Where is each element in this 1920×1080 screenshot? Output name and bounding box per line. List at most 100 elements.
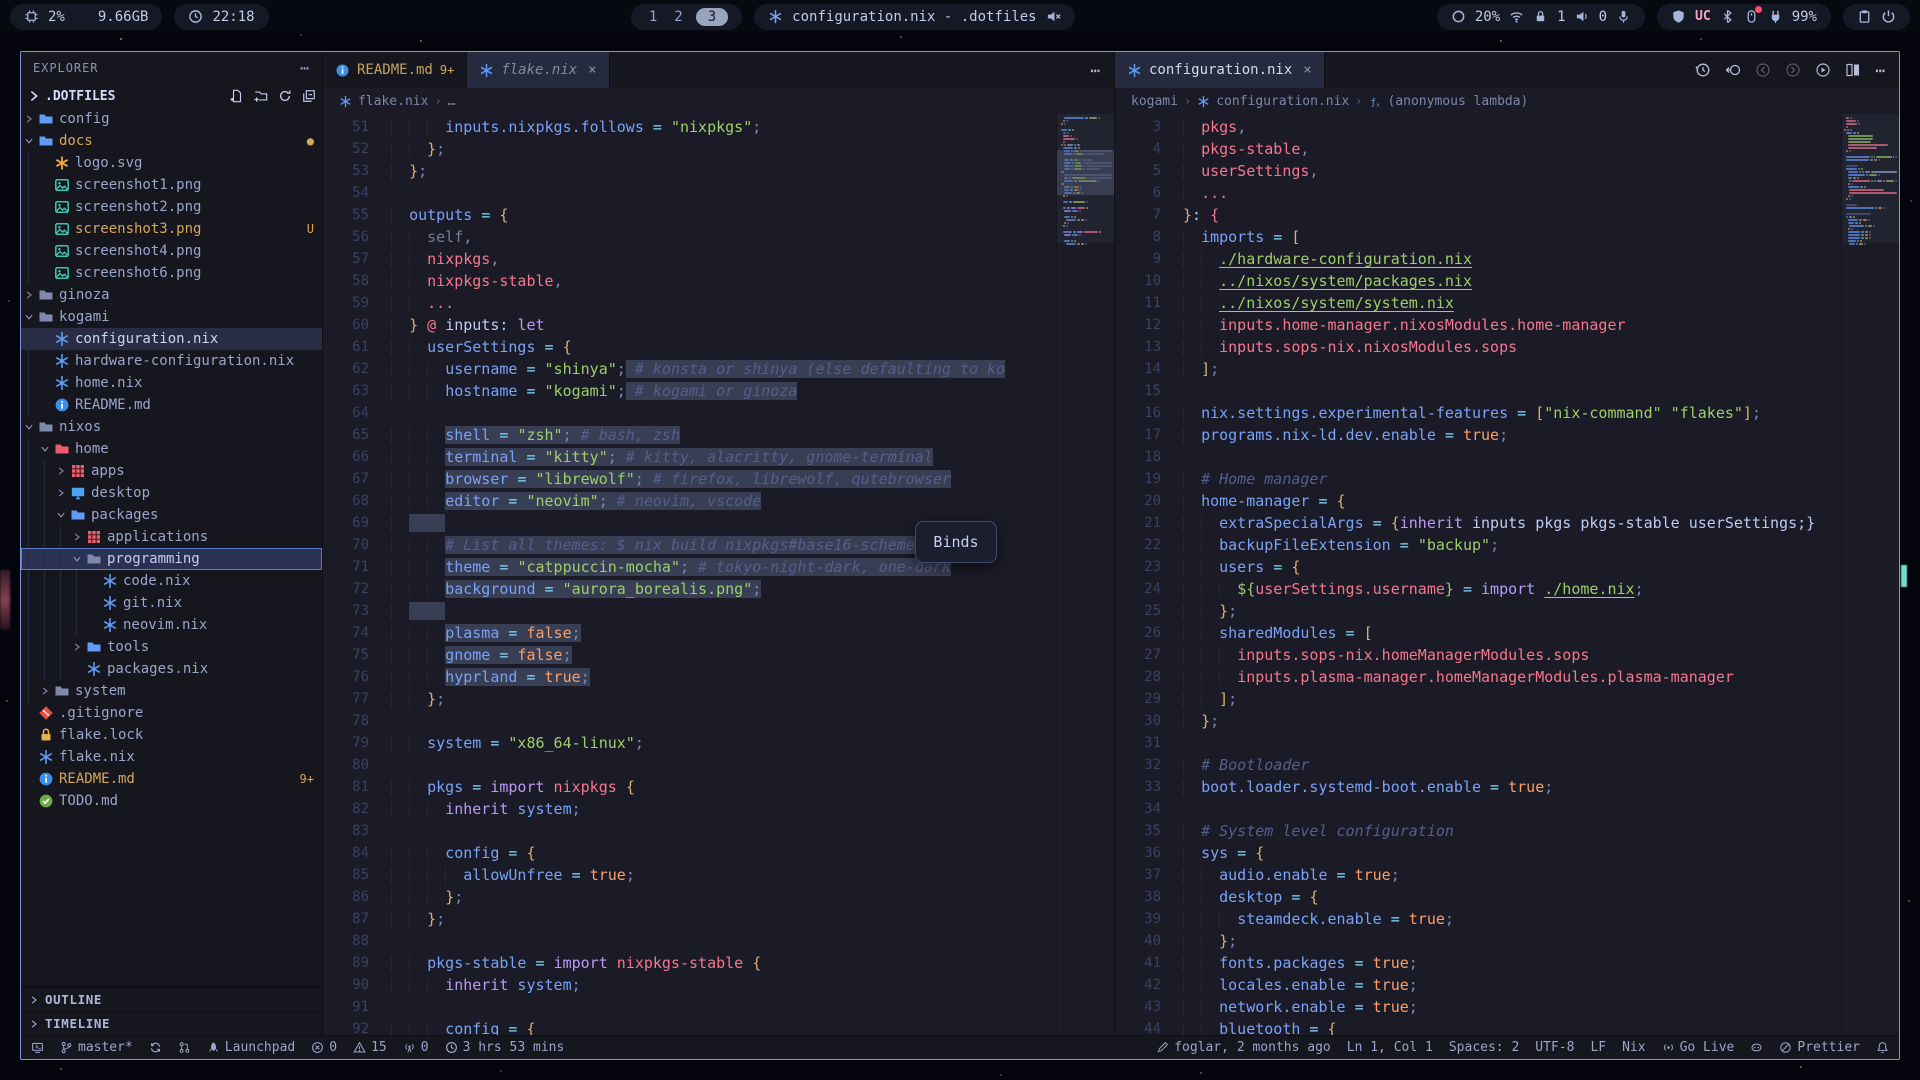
breadcrumb-item[interactable]: configuration.nix: [1216, 94, 1349, 109]
status-item-0[interactable]: 0: [403, 1036, 429, 1059]
code-line[interactable]: 9 ./hardware-configuration.nix: [1115, 248, 1841, 270]
tree-item-.gitignore[interactable]: .gitignore: [21, 702, 322, 724]
code-line[interactable]: 12 inputs.home-manager.nixosModules.home…: [1115, 314, 1841, 336]
code-line[interactable]: 66 terminal = "kitty"; # kitty, alacritt…: [323, 446, 1056, 468]
code-line[interactable]: 16 nix.settings.experimental-features = …: [1115, 402, 1841, 424]
tree-item-readme.md[interactable]: README.md: [21, 394, 322, 416]
code-line[interactable]: 5 userSettings,: [1115, 160, 1841, 182]
devices-pill[interactable]: UC 99%: [1657, 4, 1831, 30]
code-line[interactable]: 38 desktop = {: [1115, 886, 1841, 908]
new-file-button[interactable]: [230, 89, 244, 103]
code-line[interactable]: 21 extraSpecialArgs = {inherit inputs pk…: [1115, 512, 1841, 534]
breadcrumb-left[interactable]: flake.nix›…: [323, 88, 1114, 114]
code-line[interactable]: 65 shell = "zsh"; # bash, zsh: [323, 424, 1056, 446]
more-actions-button[interactable]: ⋯: [1875, 61, 1885, 80]
tree-item-configuration.nix[interactable]: configuration.nix: [21, 328, 322, 350]
code-line[interactable]: 3 pkgs,: [1115, 116, 1841, 138]
tree-item-home.nix[interactable]: home.nix: [21, 372, 322, 394]
code-line[interactable]: 30 };: [1115, 710, 1841, 732]
tree-item-ginoza[interactable]: ginoza: [21, 284, 322, 306]
tree-item-programming[interactable]: programming: [21, 548, 322, 570]
tree-item-home[interactable]: home: [21, 438, 322, 460]
run-icon[interactable]: [1815, 62, 1831, 78]
status-item-remote[interactable]: [31, 1036, 44, 1059]
tree-item-git.nix[interactable]: git.nix: [21, 592, 322, 614]
tree-item-readme.md[interactable]: README.md9+: [21, 768, 322, 790]
code-line[interactable]: 87 };: [323, 908, 1056, 930]
breadcrumb-item[interactable]: kogami: [1131, 94, 1178, 109]
tree-item-applications[interactable]: applications: [21, 526, 322, 548]
code-line[interactable]: 14 ];: [1115, 358, 1841, 380]
code-line[interactable]: 55 outputs = {: [323, 204, 1056, 226]
breadcrumb-right[interactable]: kogami›configuration.nix›ƒx(anonymous la…: [1115, 88, 1899, 114]
new-folder-button[interactable]: [254, 89, 268, 103]
code-line[interactable]: 57 nixpkgs,: [323, 248, 1056, 270]
tree-item-todo.md[interactable]: TODO.md: [21, 790, 322, 812]
speaker-muted-icon[interactable]: [1046, 9, 1061, 24]
hardware-pill[interactable]: 20% 1 0: [1437, 4, 1645, 30]
status-item-prettier[interactable]: Prettier: [1779, 1036, 1860, 1059]
breadcrumb-item[interactable]: flake.nix: [358, 94, 428, 109]
code-line[interactable]: 7}: {: [1115, 204, 1841, 226]
code-line[interactable]: 37 audio.enable = true;: [1115, 864, 1841, 886]
code-line[interactable]: 11 ../nixos/system/system.nix: [1115, 292, 1841, 314]
tree-item-config[interactable]: config: [21, 108, 322, 130]
tree-item-nixos[interactable]: nixos: [21, 416, 322, 438]
code-line[interactable]: 86 };: [323, 886, 1056, 908]
status-item-nix[interactable]: Nix: [1622, 1036, 1645, 1059]
tree-item-code.nix[interactable]: code.nix: [21, 570, 322, 592]
code-line[interactable]: 28 inputs.plasma-manager.homeManagerModu…: [1115, 666, 1841, 688]
tree-item-tools[interactable]: tools: [21, 636, 322, 658]
workspace-3[interactable]: 3: [696, 8, 728, 26]
code-line[interactable]: 75 gnome = false;: [323, 644, 1056, 666]
code-line[interactable]: 32 # Bootloader: [1115, 754, 1841, 776]
code-line[interactable]: 64: [323, 402, 1056, 424]
code-line[interactable]: 13 inputs.sops-nix.nixosModules.sops: [1115, 336, 1841, 358]
code-line[interactable]: 56 self,: [323, 226, 1056, 248]
tab-README-md[interactable]: README.md9+: [323, 52, 467, 88]
tree-item-hardware-configuration.nix[interactable]: hardware-configuration.nix: [21, 350, 322, 372]
minimap-viewport[interactable]: [1057, 114, 1114, 243]
status-item-15[interactable]: 15: [353, 1036, 387, 1059]
code-line[interactable]: 26 sharedModules = [: [1115, 622, 1841, 644]
code-editor-right[interactable]: 3 pkgs,4 pkgs-stable,5 userSettings,6 ..…: [1115, 114, 1841, 1035]
code-line[interactable]: 15: [1115, 380, 1841, 402]
tab-configuration-nix[interactable]: configuration.nix×: [1115, 52, 1325, 88]
code-line[interactable]: 27 inputs.sops-nix.homeManagerModules.so…: [1115, 644, 1841, 666]
code-line[interactable]: 10 ../nixos/system/packages.nix: [1115, 270, 1841, 292]
code-line[interactable]: 17 programs.nix-ld.dev.enable = true;: [1115, 424, 1841, 446]
code-line[interactable]: 22 backupFileExtension = "backup";: [1115, 534, 1841, 556]
code-line[interactable]: 25 };: [1115, 600, 1841, 622]
code-line[interactable]: 85 allowUnfree = true;: [323, 864, 1056, 886]
tree-item-kogami[interactable]: kogami: [21, 306, 322, 328]
explorer-more-actions-button[interactable]: ⋯: [300, 59, 310, 77]
close-icon[interactable]: ×: [588, 62, 596, 78]
code-line[interactable]: 76 hyprland = true;: [323, 666, 1056, 688]
code-line[interactable]: 82 inherit system;: [323, 798, 1056, 820]
tab-flake-nix[interactable]: flake.nix×: [467, 52, 609, 88]
tree-item-screenshot1.png[interactable]: screenshot1.png: [21, 174, 322, 196]
code-line[interactable]: 60 } @ inputs: let: [323, 314, 1056, 336]
stats-pill[interactable]: 2% 9.66GB: [10, 4, 162, 30]
code-line[interactable]: 54: [323, 182, 1056, 204]
code-line[interactable]: 63 hostname = "kogami"; # kogami or gino…: [323, 380, 1056, 402]
code-line[interactable]: 41 fonts.packages = true;: [1115, 952, 1841, 974]
outline-section-header[interactable]: OUTLINE: [21, 987, 322, 1011]
status-item-sync[interactable]: [149, 1036, 162, 1059]
nav-back-icon[interactable]: [1755, 62, 1771, 78]
code-line[interactable]: 43 network.enable = true;: [1115, 996, 1841, 1018]
tree-item-packages[interactable]: packages: [21, 504, 322, 526]
code-line[interactable]: 61 userSettings = {: [323, 336, 1056, 358]
code-line[interactable]: 68 editor = "neovim"; # neovim, vscode: [323, 490, 1056, 512]
tree-item-screenshot4.png[interactable]: screenshot4.png: [21, 240, 322, 262]
code-line[interactable]: 73: [323, 600, 1056, 622]
minimap-right[interactable]: [1841, 114, 1899, 1035]
minimap-viewport[interactable]: [1842, 114, 1899, 243]
status-item-pr[interactable]: [178, 1036, 191, 1059]
code-line[interactable]: 58 nixpkgs-stable,: [323, 270, 1056, 292]
code-line[interactable]: 34: [1115, 798, 1841, 820]
code-line[interactable]: 92 config = {: [323, 1018, 1056, 1035]
tree-item-flake.nix[interactable]: flake.nix: [21, 746, 322, 768]
breadcrumb-item[interactable]: …: [448, 94, 456, 109]
code-line[interactable]: 52 };: [323, 138, 1056, 160]
